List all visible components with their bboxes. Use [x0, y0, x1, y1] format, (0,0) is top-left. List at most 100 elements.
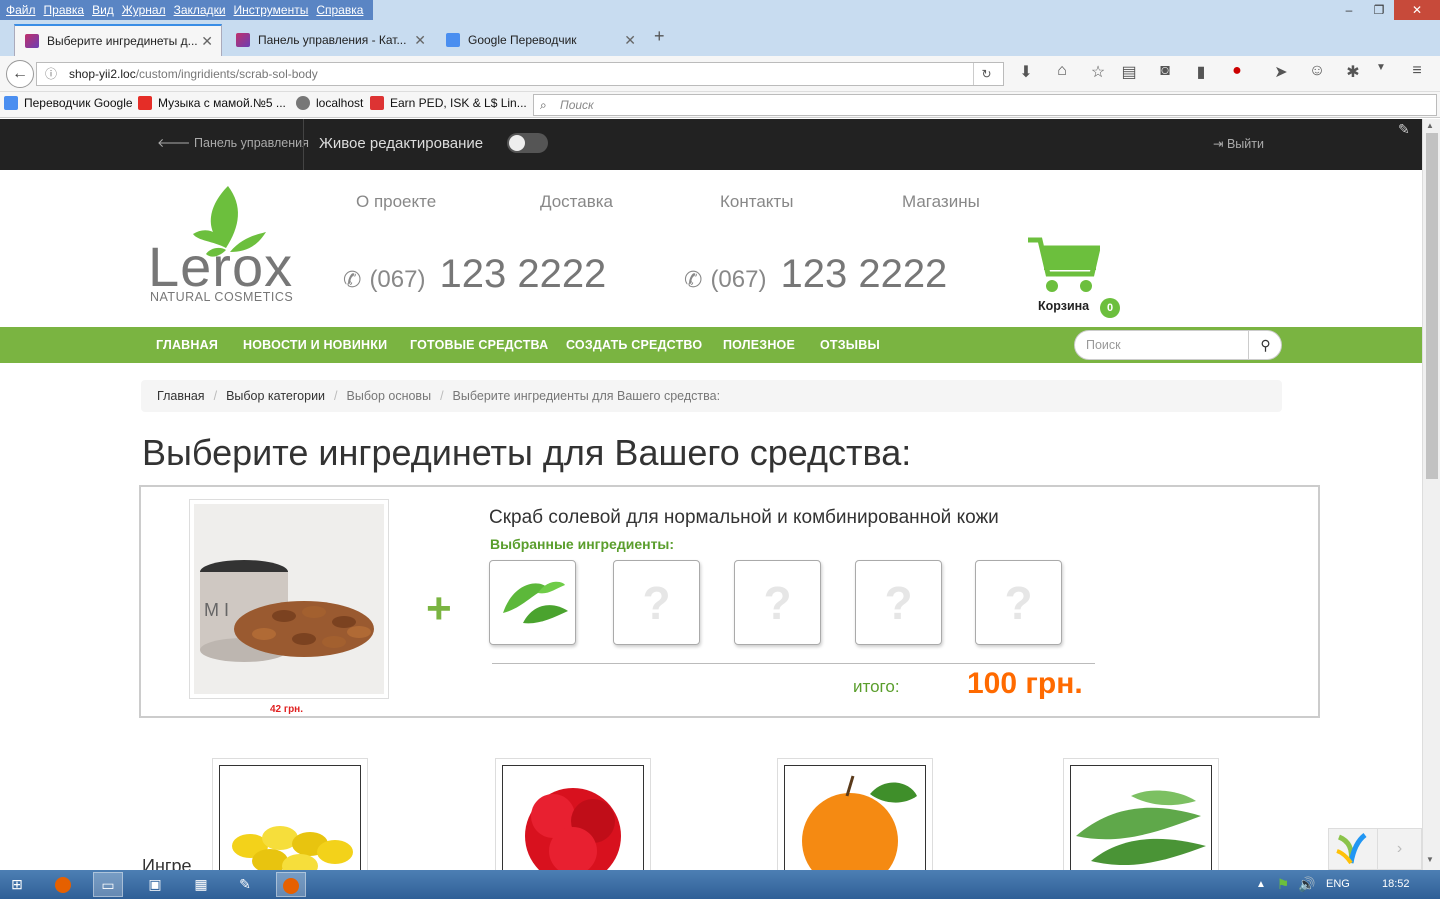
notepad-taskbar-icon[interactable]: ✎	[230, 872, 260, 897]
menu-history[interactable]: Журнал	[122, 3, 166, 17]
hamburger-menu-icon[interactable]: ≡	[1406, 62, 1428, 80]
home-icon[interactable]: ⌂	[1051, 62, 1073, 80]
calculator-taskbar-icon[interactable]: ▦	[186, 872, 216, 897]
firefox-active-taskbar-icon[interactable]	[276, 872, 306, 897]
breadcrumb-category[interactable]: Выбор категории	[226, 389, 325, 403]
extension-icon[interactable]: ▮	[1190, 62, 1212, 82]
menu-edit[interactable]: Правка	[44, 3, 85, 17]
main-nav-reviews[interactable]: ОТЗЫВЫ	[820, 338, 880, 352]
ingredient-card-oil-capsules[interactable]	[212, 758, 368, 879]
bookmarks-toolbar: Переводчик Google Музыка с мамой.№5 ... …	[0, 92, 1440, 118]
menu-tools[interactable]: Инструменты	[234, 3, 309, 17]
close-window-button[interactable]: ✕	[1394, 0, 1440, 20]
earn-site-icon	[370, 96, 384, 110]
firefox-taskbar-icon[interactable]	[48, 872, 78, 897]
bookmark-label: Earn PED, ISK & L$ Lin...	[390, 96, 527, 110]
close-tab-icon[interactable]: ✕	[624, 32, 636, 49]
chevron-down-icon[interactable]: ▼	[1370, 62, 1392, 73]
close-tab-icon[interactable]: ✕	[201, 33, 213, 50]
site-search-input[interactable]: Поиск ⚲	[1074, 330, 1282, 360]
menu-view[interactable]: Вид	[92, 3, 114, 17]
send-icon[interactable]: ➤	[1270, 62, 1292, 82]
explorer-taskbar-icon[interactable]: ▭	[93, 872, 123, 897]
tab-google-translate[interactable]: Google Переводчик ✕	[436, 24, 644, 56]
url-path: /custom/ingridients/scrab-sol-body	[135, 67, 318, 81]
new-tab-icon[interactable]: +	[654, 26, 665, 47]
ingredient-slot-empty[interactable]: ?	[855, 560, 942, 645]
info-icon[interactable]: ⓘ	[45, 63, 57, 85]
main-nav-useful[interactable]: ПОЛЕЗНОЕ	[723, 338, 795, 352]
nav-delivery[interactable]: Доставка	[540, 192, 613, 212]
live-edit-toggle[interactable]	[507, 133, 548, 153]
cart-label: Корзина	[1038, 299, 1090, 313]
breadcrumb-base[interactable]: Выбор основы	[347, 389, 432, 403]
main-nav-news[interactable]: НОВОСТИ И НОВИНКИ	[243, 338, 387, 352]
ingredient-slot-empty[interactable]: ?	[975, 560, 1062, 645]
url-bar[interactable]: ⓘ shop-yii2.loc/custom/ingridients/scrab…	[36, 62, 1004, 86]
search-icon: ⚲	[1260, 337, 1271, 353]
cart[interactable]: Корзина 0	[1026, 236, 1126, 318]
ingredient-card-orange[interactable]	[777, 758, 933, 879]
star-bookmark-icon[interactable]: ☆	[1087, 62, 1109, 82]
save-app-taskbar-icon[interactable]: ▣	[140, 872, 170, 897]
maximize-button[interactable]: ❐	[1364, 0, 1394, 20]
browser-search-input[interactable]: ⌕ Поиск	[533, 94, 1437, 116]
tab-ingredients[interactable]: Выберите ингрединеты д... ✕	[14, 24, 222, 56]
nav-contacts[interactable]: Контакты	[720, 192, 793, 212]
ingredient-card-carnation[interactable]	[495, 758, 651, 879]
back-button[interactable]: ←	[6, 60, 34, 88]
breadcrumb-separator: /	[440, 389, 444, 403]
main-nav-create-product[interactable]: СОЗДАТЬ СРЕДСТВО	[566, 338, 702, 352]
yii-debug-widget[interactable]: ›	[1328, 828, 1422, 870]
admin-bar: 🡐 Панель управления Живое редактирование…	[0, 119, 1422, 170]
menu-file[interactable]: Файл	[6, 3, 36, 17]
logout-link[interactable]: ⇥ Выйти	[1213, 136, 1264, 151]
logo-tagline: NATURAL COSMETICS	[150, 290, 294, 304]
menu-bookmarks[interactable]: Закладки	[174, 3, 226, 17]
reload-icon[interactable]: ↻	[973, 63, 999, 85]
tab-admin-panel[interactable]: Панель управления - Кат... ✕	[226, 24, 434, 56]
chat-icon[interactable]: ☺	[1306, 62, 1328, 80]
bookmark-label: Переводчик Google	[24, 96, 133, 110]
base-product-image[interactable]: M I	[189, 499, 389, 699]
nav-stores[interactable]: Магазины	[902, 192, 980, 212]
bookmark-earn-ped[interactable]: Earn PED, ISK & L$ Lin...	[370, 96, 527, 110]
nav-about[interactable]: О проекте	[356, 192, 436, 212]
youtube-icon	[138, 96, 152, 110]
pocket-icon[interactable]: ◙	[1154, 62, 1176, 80]
ingredient-slot-mint[interactable]	[489, 560, 576, 645]
os-taskbar: ⊞ ▭ ▣ ▦ ✎ ▲ ⚑ 🔊 ENG 18:52	[0, 870, 1440, 899]
admin-panel-link[interactable]: 🡐 Панель управления	[157, 136, 309, 151]
tray-volume-icon[interactable]: 🔊	[1292, 872, 1322, 897]
plus-icon: +	[426, 584, 452, 633]
chevron-right-icon[interactable]: ›	[1377, 829, 1421, 869]
ingredient-slot-empty[interactable]: ?	[613, 560, 700, 645]
total-label: итого:	[853, 677, 900, 696]
clock[interactable]: 18:52	[1382, 878, 1410, 890]
search-button[interactable]: ⚲	[1248, 331, 1282, 359]
page-scrollbar[interactable]: ▲ ▼	[1422, 119, 1440, 870]
minimize-button[interactable]: ‒	[1334, 0, 1364, 20]
site-logo[interactable]: Lerox NATURAL COSMETICS	[148, 186, 308, 306]
pencil-edit-icon[interactable]: ✎	[1398, 121, 1410, 138]
download-icon[interactable]: ⬇	[1015, 62, 1037, 82]
bookmark-youtube[interactable]: Музыка с мамой.№5 ...	[138, 96, 286, 110]
adblock-icon[interactable]: ●	[1226, 62, 1248, 80]
bookmark-localhost[interactable]: localhost	[296, 96, 363, 110]
bookmark-google-translate[interactable]: Переводчик Google	[4, 96, 133, 110]
language-indicator[interactable]: ENG	[1326, 878, 1350, 890]
main-nav-home[interactable]: ГЛАВНАЯ	[156, 338, 218, 352]
scroll-down-icon[interactable]: ▼	[1426, 855, 1434, 864]
close-tab-icon[interactable]: ✕	[414, 32, 426, 49]
phone-code: (067)	[710, 266, 767, 293]
scroll-up-icon[interactable]: ▲	[1426, 121, 1434, 130]
ingredient-slot-empty[interactable]: ?	[734, 560, 821, 645]
menu-help[interactable]: Справка	[316, 3, 363, 17]
scroll-thumb[interactable]	[1426, 133, 1438, 479]
main-nav-ready-products[interactable]: ГОТОВЫЕ СРЕДСТВА	[410, 338, 548, 352]
bug-icon[interactable]: ✱	[1342, 62, 1364, 82]
ingredient-card-aloe[interactable]	[1063, 758, 1219, 879]
breadcrumb-home[interactable]: Главная	[157, 389, 205, 403]
reader-list-icon[interactable]: ▤	[1118, 62, 1140, 82]
windows-start-icon[interactable]: ⊞	[2, 872, 32, 897]
